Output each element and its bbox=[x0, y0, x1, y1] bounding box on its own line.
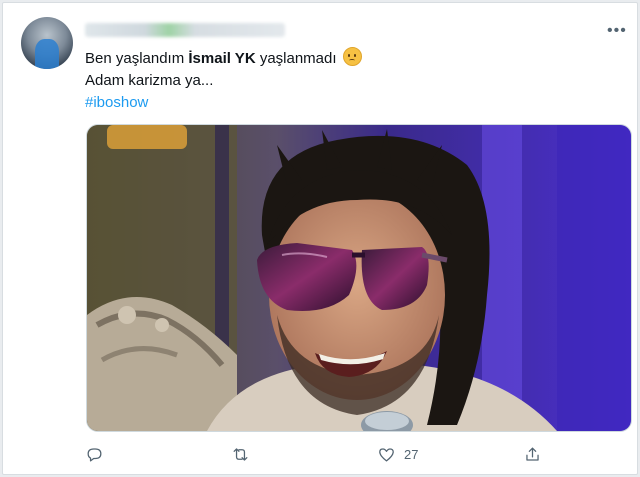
tweet-actions-bar: 27 bbox=[83, 441, 553, 467]
frowning-face-emoji-icon bbox=[342, 47, 362, 66]
blurred-username[interactable] bbox=[85, 23, 285, 37]
share-icon bbox=[526, 447, 539, 461]
tweet-text: Ben yaşlandım İsmail YK yaşlanmadı Adam … bbox=[85, 47, 362, 114]
more-options-icon[interactable]: ••• bbox=[607, 23, 627, 39]
photo-illustration bbox=[87, 125, 631, 431]
retweet-button[interactable] bbox=[231, 441, 250, 467]
like-icon bbox=[379, 447, 394, 461]
share-button[interactable] bbox=[523, 441, 542, 467]
reply-button[interactable] bbox=[85, 441, 104, 467]
avatar[interactable] bbox=[21, 17, 73, 69]
tweet-line-2: Adam karizma ya... bbox=[85, 72, 214, 89]
bold-name: İsmail YK bbox=[188, 50, 256, 67]
tweet-line-1: Ben yaşlandım İsmail YK yaşlanmadı bbox=[85, 47, 362, 70]
tweet-media-image[interactable] bbox=[86, 124, 632, 432]
like-button[interactable]: 27 bbox=[377, 441, 418, 467]
reply-icon bbox=[87, 447, 102, 461]
like-count: 27 bbox=[404, 446, 419, 462]
tweet-card[interactable]: ••• Ben yaşlandım İsmail YK yaşlanmadı A… bbox=[2, 2, 638, 475]
hashtag-link[interactable]: #iboshow bbox=[85, 92, 362, 114]
retweet-icon bbox=[233, 447, 248, 461]
